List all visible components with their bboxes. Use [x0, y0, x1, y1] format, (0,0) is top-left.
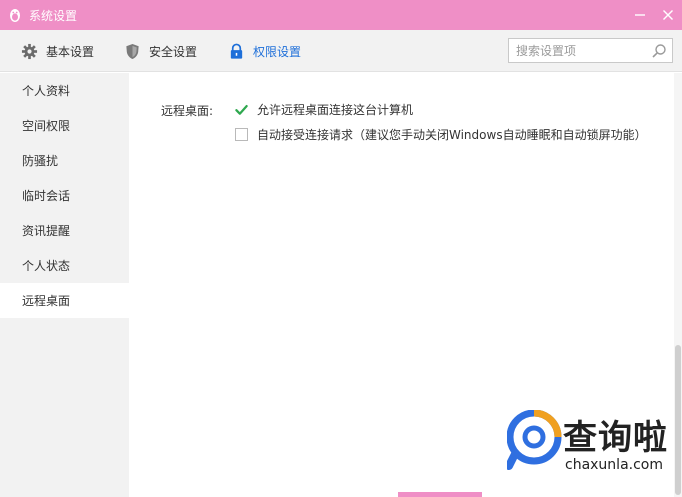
tab-bar: 基本设置 安全设置 权限设置 — [0, 30, 682, 72]
window-title: 系统设置 — [29, 8, 78, 23]
magnifier-logo-icon — [507, 410, 562, 470]
sidebar-item-profile[interactable]: 个人资料 — [0, 73, 129, 108]
sidebar: 个人资料 空间权限 防骚扰 临时会话 资讯提醒 个人状态 远程桌面 — [0, 73, 129, 497]
sidebar-item-news-reminder[interactable]: 资讯提醒 — [0, 213, 129, 248]
lock-icon — [230, 43, 243, 59]
search-box[interactable] — [508, 38, 673, 63]
watermark: 查询啦 chaxunla.com — [505, 408, 675, 478]
tab-label: 基本设置 — [46, 44, 95, 59]
allow-remote-desktop-checkbox[interactable] — [235, 103, 248, 116]
tab-label: 权限设置 — [253, 44, 302, 59]
search-input[interactable] — [509, 40, 649, 61]
sidebar-item-label: 空间权限 — [22, 119, 71, 133]
sidebar-item-anti-harassment[interactable]: 防骚扰 — [0, 143, 129, 178]
allow-remote-desktop-label: 允许远程桌面连接这台计算机 — [257, 103, 414, 117]
checkmark-icon — [235, 104, 248, 115]
scrollbar-thumb[interactable] — [675, 345, 681, 495]
sidebar-item-label: 临时会话 — [22, 189, 71, 203]
sidebar-item-label: 远程桌面 — [22, 294, 71, 308]
sidebar-item-label: 个人状态 — [22, 259, 71, 273]
minimize-button[interactable] — [626, 0, 654, 30]
remote-desktop-label: 远程桌面: — [161, 104, 214, 118]
auto-accept-checkbox[interactable] — [235, 128, 248, 141]
sidebar-item-remote-desktop[interactable]: 远程桌面 — [0, 283, 129, 318]
tab-security-settings[interactable]: 安全设置 — [124, 30, 197, 72]
allow-remote-desktop-option[interactable]: 允许远程桌面连接这台计算机 — [235, 101, 413, 118]
shield-icon — [126, 43, 139, 59]
gear-icon — [21, 43, 38, 59]
auto-accept-option[interactable]: 自动接受连接请求（建议您手动关闭Windows自动睡眠和自动锁屏功能） — [235, 126, 647, 143]
minimize-icon — [635, 14, 645, 16]
sidebar-item-temp-session[interactable]: 临时会话 — [0, 178, 129, 213]
watermark-text-cn: 查询啦 — [563, 418, 668, 458]
close-button[interactable] — [654, 0, 682, 30]
sidebar-item-label: 个人资料 — [22, 84, 71, 98]
tab-permission-settings[interactable]: 权限设置 — [228, 30, 301, 72]
watermark-text-en: chaxunla.com — [565, 457, 663, 473]
penguin-logo-icon — [10, 9, 20, 22]
close-icon — [663, 10, 673, 20]
tab-basic-settings[interactable]: 基本设置 — [21, 30, 94, 72]
search-icon[interactable] — [651, 43, 667, 59]
settings-window: 系统设置 基本设置 安全设置 权限设置 搜索设置项 个人资料 空间权限 防骚扰 … — [0, 0, 682, 497]
sidebar-item-label: 资讯提醒 — [22, 224, 71, 238]
sidebar-item-label: 防骚扰 — [22, 154, 59, 168]
bottom-accent-strip — [398, 492, 482, 497]
tab-label: 安全设置 — [149, 44, 198, 59]
title-bar: 系统设置 — [0, 0, 682, 30]
auto-accept-label: 自动接受连接请求（建议您手动关闭Windows自动睡眠和自动锁屏功能） — [257, 128, 647, 142]
sidebar-item-space-permission[interactable]: 空间权限 — [0, 108, 129, 143]
sidebar-item-personal-status[interactable]: 个人状态 — [0, 248, 129, 283]
scrollbar[interactable] — [674, 73, 682, 497]
